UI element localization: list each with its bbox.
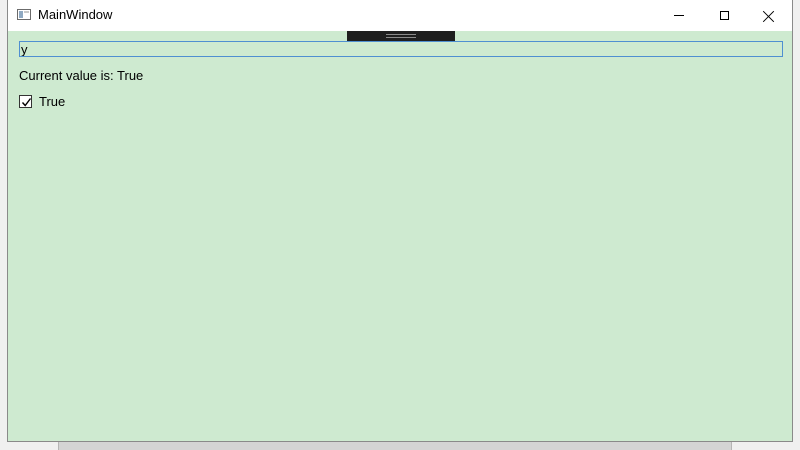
true-checkbox-row[interactable]: True: [19, 93, 65, 109]
title-bar[interactable]: MainWindow: [8, 0, 792, 31]
window-title: MainWindow: [38, 7, 113, 22]
maximize-icon: [719, 11, 729, 20]
current-value-label: Current value is: True: [19, 68, 144, 83]
minimize-button[interactable]: [656, 0, 702, 31]
checkbox-label: True: [39, 93, 66, 109]
minimize-icon: [674, 15, 684, 16]
main-window: MainWindow Current value is: True True: [7, 0, 793, 442]
true-checkbox[interactable]: [19, 94, 32, 108]
maximize-button[interactable]: [701, 0, 747, 31]
close-button[interactable]: [746, 0, 792, 31]
window-app-icon[interactable]: [17, 9, 31, 20]
value-textbox[interactable]: [19, 41, 783, 57]
checkmark-icon: [21, 97, 32, 107]
close-icon: [763, 10, 775, 22]
